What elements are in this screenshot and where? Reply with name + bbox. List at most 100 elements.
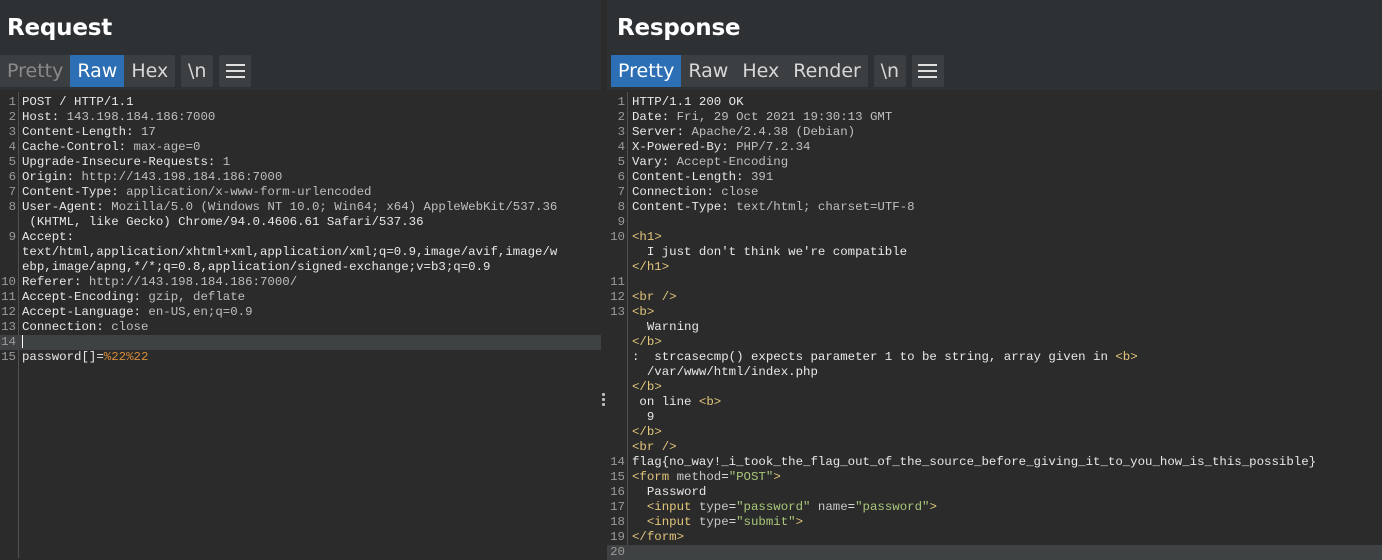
line-number: 14	[610, 455, 625, 469]
line-value: flag{no_way!_i_took_the_flag_out_of_the_…	[632, 455, 1317, 469]
request-line: 11 Accept-Encoding: gzip, deflate	[0, 290, 601, 305]
header-name: Content-Type:	[22, 185, 119, 199]
line-content: <br />	[632, 290, 677, 305]
header-name: Date:	[632, 110, 670, 124]
header-name: Connection:	[22, 320, 104, 334]
request-tab-hex[interactable]: Hex	[124, 55, 175, 87]
line-value: 391	[743, 170, 774, 184]
request-line: 5 Upgrade-Insecure-Requests: 1	[0, 155, 601, 170]
line-value: </b>	[632, 425, 662, 439]
response-line: 3 Server: Apache/2.4.38 (Debian)	[607, 125, 1382, 140]
response-tab-raw[interactable]: Raw	[681, 55, 735, 87]
response-line: Warning	[607, 320, 1382, 335]
response-line: 9	[607, 410, 1382, 425]
response-editor[interactable]: 1 HTTP/1.1 200 OK 2 Date: Fri, 29 Oct 2021 …	[607, 92, 1382, 560]
line-value: <h1>	[632, 230, 662, 244]
response-pane: Response Pretty Raw Hex Render \n 1 HTTP/…	[607, 0, 1382, 560]
line-content: Accept-Encoding: gzip, deflate	[22, 290, 245, 305]
header-name: Content-Length:	[22, 125, 134, 139]
request-tab-raw[interactable]: Raw	[70, 55, 125, 87]
line-content: Warning	[632, 320, 699, 335]
request-line: 10 Referer: http://143.198.184.186:7000/	[0, 275, 601, 290]
line-content: </b>	[632, 425, 662, 440]
request-lines: 1 POST / HTTP/1.1 2 Host: 143.198.184.186:7…	[0, 95, 601, 365]
line-value: <br />	[632, 290, 677, 304]
response-menu-button[interactable]	[911, 55, 944, 87]
request-editor[interactable]: 1 POST / HTTP/1.1 2 Host: 143.198.184.186:7…	[0, 92, 601, 558]
line-value: <input type="submit">	[646, 515, 804, 529]
line-value: (KHTML, like Gecko) Chrome/94.0.4606.61 …	[22, 215, 424, 229]
response-line: 14 flag{no_way!_i_took_the_flag_out_of_th…	[607, 455, 1382, 470]
header-name: User-Agent:	[22, 200, 104, 214]
line-number: 15	[610, 470, 625, 484]
line-number: 6	[8, 170, 16, 184]
header-name: Accept:	[22, 230, 75, 244]
line-number: 3	[617, 125, 625, 139]
line-content: on line <b>	[632, 395, 721, 410]
line-content: Date: Fri, 29 Oct 2021 19:30:13 GMT	[632, 110, 892, 125]
line-value: http://143.198.184.186:7000/	[81, 275, 298, 289]
line-content: Connection: close	[22, 320, 148, 335]
response-line: 4 X-Powered-By: PHP/7.2.34	[607, 140, 1382, 155]
line-content: (KHTML, like Gecko) Chrome/94.0.4606.61 …	[22, 215, 424, 230]
request-tab-pretty[interactable]: Pretty	[0, 55, 70, 87]
line-value: PHP/7.2.34	[728, 140, 811, 154]
response-line: </h1>	[607, 260, 1382, 275]
line-number: 13	[610, 305, 625, 319]
response-line: 19 </form>	[607, 530, 1382, 545]
line-number: 18	[610, 515, 625, 529]
line-value: text/html,application/xhtml+xml,applicat…	[22, 245, 558, 259]
line-value: Fri, 29 Oct 2021 19:30:13 GMT	[669, 110, 893, 124]
line-number: 10	[1, 275, 16, 289]
line-number: 12	[610, 290, 625, 304]
line-content: Origin: http://143.198.184.186:7000	[22, 170, 282, 185]
line-content: : strcasecmp() expects parameter 1 to be…	[632, 350, 1138, 365]
line-value: </h1>	[632, 260, 670, 274]
request-title: Request	[7, 15, 113, 41]
request-line: 4 Cache-Control: max-age=0	[0, 140, 601, 155]
response-header: Response Pretty Raw Hex Render \n	[607, 0, 1382, 90]
line-number: 8	[617, 200, 625, 214]
line-number: 4	[8, 140, 16, 154]
line-content: HTTP/1.1 200 OK	[632, 95, 744, 110]
header-name: X-Powered-By:	[632, 140, 729, 154]
request-view-tabs: Pretty Raw Hex	[0, 55, 176, 87]
response-tab-hex[interactable]: Hex	[735, 55, 786, 87]
header-name: password[]=	[22, 350, 104, 364]
line-content: I just don't think we're compatible	[632, 245, 907, 260]
line-number: 19	[610, 530, 625, 544]
line-number: 8	[8, 200, 16, 214]
response-line: 17 <input type="password" name="password…	[607, 500, 1382, 515]
line-value: http://143.198.184.186:7000	[74, 170, 283, 184]
header-name: Server:	[632, 125, 685, 139]
response-line: 1 HTTP/1.1 200 OK	[607, 95, 1382, 110]
line-value: <br />	[632, 440, 677, 454]
header-name: Accept-Encoding:	[22, 290, 141, 304]
line-number: 1	[8, 95, 16, 109]
line-number: 9	[8, 230, 16, 244]
line-content: Content-Length: 17	[22, 125, 156, 140]
request-header: Request Pretty Raw Hex \n	[0, 0, 601, 90]
line-content: password[]=%22%22	[22, 350, 148, 365]
line-value: I just don't think we're compatible	[632, 245, 908, 259]
line-content: POST / HTTP/1.1	[22, 95, 134, 110]
request-line: 15 password[]=%22%22	[0, 350, 601, 365]
drag-handle-icon[interactable]	[602, 393, 606, 408]
request-line: 1 POST / HTTP/1.1	[0, 95, 601, 110]
request-line: text/html,application/xhtml+xml,applicat…	[0, 245, 601, 260]
line-content: text/html,application/xhtml+xml,applicat…	[22, 245, 557, 260]
response-line: 7 Connection: close	[607, 185, 1382, 200]
line-value: <b>	[632, 305, 655, 319]
response-tab-pretty[interactable]: Pretty	[611, 55, 682, 87]
request-line: 7 Content-Type: application/x-www-form-ur…	[0, 185, 601, 200]
line-number: 7	[617, 185, 625, 199]
request-newline-toggle[interactable]: \n	[181, 55, 214, 87]
response-tab-render[interactable]: Render	[786, 55, 868, 87]
response-newline-toggle[interactable]: \n	[873, 55, 906, 87]
response-title: Response	[617, 15, 741, 41]
line-content: </b>	[632, 335, 662, 350]
request-menu-button[interactable]	[219, 55, 252, 87]
header-name: Referer:	[22, 275, 82, 289]
header-name: Host:	[22, 110, 60, 124]
line-content: X-Powered-By: PHP/7.2.34	[632, 140, 810, 155]
